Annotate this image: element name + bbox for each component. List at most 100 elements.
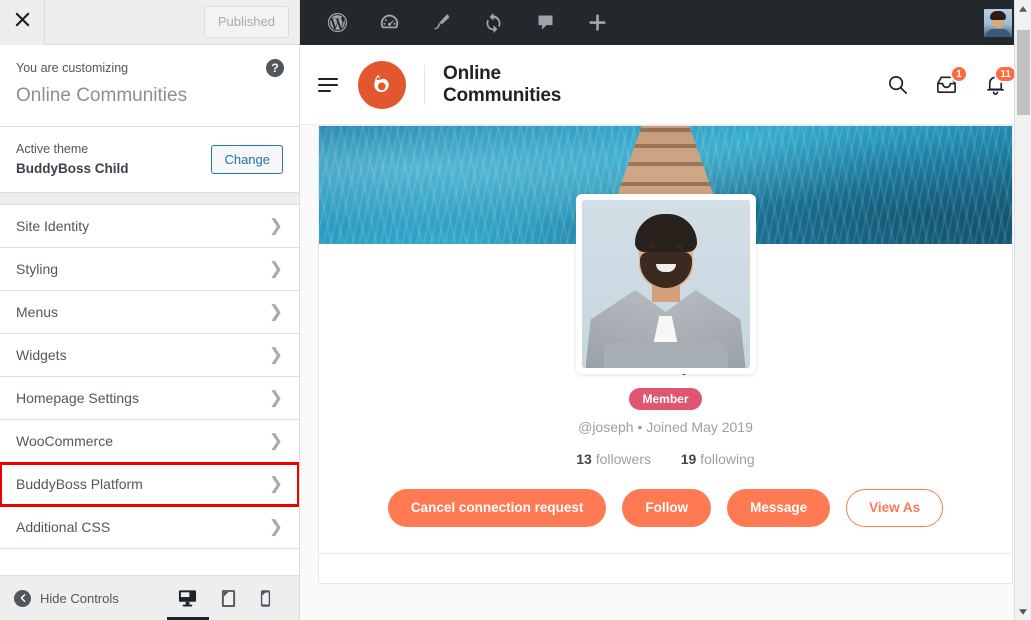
messages-envelope-icon[interactable]: 1: [935, 73, 958, 96]
chevron-right-icon: ❯: [269, 260, 283, 277]
avatar-eye-left: [649, 244, 656, 248]
following-stat[interactable]: 19 following: [681, 451, 755, 467]
active-theme-info: Active theme BuddyBoss Child: [16, 140, 129, 178]
customizer-screen: Published You are customizing Online Com…: [0, 0, 1031, 620]
mobile-icon: [260, 589, 271, 608]
panel-label: BuddyBoss Platform: [16, 476, 143, 492]
customizer-topbar: Published: [0, 0, 299, 45]
customizer-panel-woocommerce[interactable]: WooCommerce ❯: [0, 420, 299, 463]
scrollbar-up-arrow[interactable]: [1015, 0, 1031, 17]
customizer-panel-buddyboss-platform[interactable]: BuddyBoss Platform ❯: [0, 463, 299, 506]
customizing-label: You are customizing: [16, 59, 283, 78]
customizer-panel-list: Site Identity❯Styling❯Menus❯Widgets❯Home…: [0, 205, 299, 575]
profile-action-buttons: Cancel connection request Follow Message Vi…: [339, 489, 992, 553]
customizing-site-title: Online Communities: [16, 84, 283, 109]
publish-area: Published: [45, 6, 299, 38]
profile-meta: @joseph • Joined May 2019: [339, 419, 992, 435]
preview-body: Joseph Member @joseph • Joined May 2019 …: [300, 125, 1031, 620]
chevron-right-icon: ❯: [269, 303, 283, 320]
profile-action-message[interactable]: Message: [727, 489, 830, 527]
customizing-heading: You are customizing Online Communities ?: [0, 45, 299, 127]
profile-action-view-as[interactable]: View As: [846, 489, 943, 527]
wordpress-logo-icon[interactable]: [311, 0, 363, 45]
device-mobile-button[interactable]: [260, 589, 271, 608]
avatar-body: [986, 29, 1010, 37]
close-customizer-button[interactable]: [0, 0, 45, 45]
hide-controls-label: Hide Controls: [40, 591, 119, 606]
panel-label: Site Identity: [16, 218, 89, 234]
panel-label: Widgets: [16, 347, 67, 363]
customizer-panel-styling[interactable]: Styling ❯: [0, 248, 299, 291]
active-theme-row: Active theme BuddyBoss Child Change: [0, 127, 299, 192]
following-count: 19: [681, 451, 697, 467]
chevron-right-icon: ❯: [269, 432, 283, 449]
device-preview-group: [178, 589, 285, 608]
customizer-panel-site-identity[interactable]: Site Identity ❯: [0, 205, 299, 248]
active-theme-label: Active theme: [16, 140, 129, 159]
profile-avatar-image: [582, 200, 750, 368]
scrollbar-thumb[interactable]: [1017, 30, 1030, 115]
panel-label: WooCommerce: [16, 433, 113, 449]
avatar-arms: [604, 342, 728, 368]
device-tablet-button[interactable]: [221, 589, 236, 608]
customizer-panel-homepage-settings[interactable]: Homepage Settings ❯: [0, 377, 299, 420]
panel-label: Additional CSS: [16, 519, 110, 535]
followers-stat[interactable]: 13 followers: [576, 451, 651, 467]
profile-counts: 13 followers 19 following: [339, 451, 992, 467]
device-desktop-button[interactable]: [178, 589, 197, 607]
notifications-bell-icon[interactable]: 11: [984, 73, 1007, 96]
site-title-line2: Communities: [443, 85, 561, 106]
updates-refresh-icon[interactable]: [467, 0, 519, 45]
avatar-hair: [990, 11, 1006, 20]
chevron-right-icon: ❯: [269, 475, 283, 492]
header-divider: [424, 65, 425, 105]
active-theme-name: BuddyBoss Child: [16, 160, 129, 179]
customizer-panel-menus[interactable]: Menus ❯: [0, 291, 299, 334]
panel-label: Menus: [16, 304, 58, 320]
customizer-panel-additional-css[interactable]: Additional CSS ❯: [0, 506, 299, 549]
hide-controls-button[interactable]: Hide Controls: [14, 590, 119, 607]
profile-action-cancel-connection-request[interactable]: Cancel connection request: [388, 489, 607, 527]
site-title-line1: Online: [443, 63, 561, 84]
wordpress-admin-bar: [300, 0, 1031, 45]
messages-badge: 1: [950, 65, 968, 83]
profile-card: Joseph Member @joseph • Joined May 2019 …: [318, 125, 1013, 553]
customizer-panel-widgets[interactable]: Widgets❯: [0, 334, 299, 377]
publish-button[interactable]: Published: [204, 6, 289, 38]
header-actions: 1 11: [886, 73, 1007, 96]
comments-bubble-icon[interactable]: [519, 0, 571, 45]
chevron-right-icon: ❯: [269, 389, 283, 406]
followers-label: followers: [596, 451, 651, 467]
search-icon[interactable]: [886, 73, 909, 96]
panel-gap: [0, 193, 299, 205]
dashboard-gauge-icon[interactable]: [363, 0, 415, 45]
avatar-eye-right: [676, 244, 683, 248]
hamburger-menu-icon[interactable]: [318, 78, 344, 92]
close-icon: [15, 12, 30, 32]
admin-bar-avatar[interactable]: [984, 9, 1012, 37]
panel-label: Homepage Settings: [16, 390, 139, 406]
scrollbar-down-arrow[interactable]: [1015, 603, 1031, 620]
site-preview-pane: Online Communities 1 11: [300, 0, 1031, 620]
change-theme-button[interactable]: Change: [211, 145, 283, 174]
site-title: Online Communities: [443, 63, 561, 106]
customizer-footer: Hide Controls: [0, 575, 299, 620]
preview-scrollbar[interactable]: [1014, 0, 1031, 620]
collapse-arrow-icon: [14, 590, 31, 607]
customizer-sidebar: Published You are customizing Online Com…: [0, 0, 300, 620]
profile-action-follow[interactable]: Follow: [622, 489, 711, 527]
member-badge: Member: [629, 388, 701, 410]
desktop-icon: [178, 589, 197, 607]
help-icon[interactable]: ?: [266, 59, 284, 77]
panel-label: Styling: [16, 261, 58, 277]
following-label: following: [700, 451, 754, 467]
new-content-plus-icon[interactable]: [571, 0, 623, 45]
site-header: Online Communities 1 11: [300, 45, 1031, 125]
customize-brush-icon[interactable]: [415, 0, 467, 45]
tablet-icon: [221, 589, 236, 608]
chevron-right-icon: ❯: [269, 518, 283, 535]
buddyboss-logo-icon[interactable]: [358, 61, 406, 109]
profile-nav-card: [318, 554, 1013, 584]
profile-avatar[interactable]: [576, 194, 756, 374]
chevron-right-icon: ❯: [269, 217, 283, 234]
